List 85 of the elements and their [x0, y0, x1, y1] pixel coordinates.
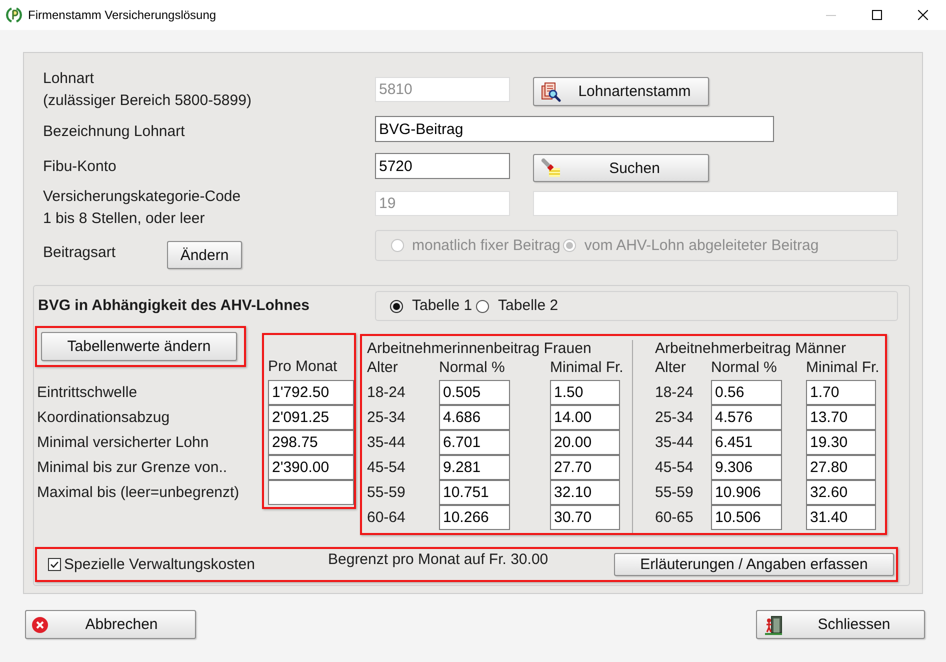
percent-field[interactable]: 10.751: [439, 480, 510, 505]
amount-field[interactable]: 2'390.00: [268, 455, 354, 480]
percent-field[interactable]: 9.281: [439, 455, 510, 480]
column-header: Normal %: [711, 358, 777, 378]
field-label: Beitragsart: [43, 243, 117, 263]
column-header: Alter: [655, 358, 686, 378]
row-label: Eintrittschwelle: [37, 384, 138, 401]
close-button[interactable]: Schliessen: [756, 610, 925, 639]
amount-field[interactable]: 14.00: [550, 405, 620, 430]
document-search-icon: [541, 82, 561, 102]
radio-button[interactable]: [390, 300, 403, 312]
age-range-label: 35-44: [367, 434, 406, 452]
field-label: Versicherungskategorie-Code: [43, 187, 242, 207]
section-title: BVG in Abhängigkeit des AHV-Lohnes: [38, 297, 310, 314]
window-title: Firmenstamm Versicherungslösung: [28, 8, 216, 22]
radio-button[interactable]: [476, 300, 490, 312]
cancel-icon: [32, 616, 48, 632]
amount-field[interactable]: 2'091.25: [268, 405, 354, 430]
amount-field[interactable]: 27.80: [806, 455, 876, 480]
close-icon[interactable]: [918, 10, 928, 20]
search-button[interactable]: Suchen: [533, 154, 709, 182]
note-text: Begrenzt pro Monat auf Fr. 30.00: [328, 550, 548, 570]
percent-field[interactable]: 10.266: [439, 505, 510, 530]
exit-door-icon: [764, 614, 784, 634]
age-range-label: 35-44: [655, 434, 694, 452]
age-range-label: 55-59: [367, 484, 406, 502]
maximize-icon[interactable]: [872, 10, 882, 20]
percent-field[interactable]: 6.701: [439, 430, 510, 455]
age-range-label: 60-65: [655, 508, 694, 526]
amount-field[interactable]: 32.60: [806, 480, 876, 505]
amount-field[interactable]: 1'792.50: [268, 380, 354, 405]
age-range-label: 25-34: [655, 408, 694, 426]
percent-field[interactable]: 0.56: [711, 380, 782, 405]
amount-field[interactable]: 20.00: [550, 430, 620, 455]
amount-field[interactable]: 31.40: [806, 505, 876, 530]
age-range-label: 55-59: [655, 484, 694, 502]
column-header: Pro Monat: [268, 358, 338, 375]
amount-field[interactable]: [268, 480, 354, 505]
percent-field[interactable]: 4.576: [711, 405, 782, 430]
group-title: Arbeitnehmerinnenbeitrag Frauen: [367, 340, 592, 358]
radio-label[interactable]: Tabelle 2: [498, 295, 558, 317]
field-label: Bezeichnung Lohnart: [43, 122, 185, 142]
flashlight-icon: [541, 158, 561, 178]
account-field[interactable]: 5720: [375, 153, 510, 179]
percent-field[interactable]: 10.506: [711, 505, 782, 530]
amount-field[interactable]: 13.70: [806, 405, 876, 430]
age-range-label: 60-64: [367, 508, 406, 526]
details-button[interactable]: Erläuterungen / Angaben erfassen: [614, 553, 894, 576]
age-range-label: 18-24: [655, 384, 694, 402]
field-hint: 1 bis 8 Stellen, oder leer: [43, 209, 206, 229]
amount-field[interactable]: 1.50: [550, 380, 620, 405]
app-logo-icon: [6, 7, 22, 23]
percent-field[interactable]: 10.906: [711, 480, 782, 505]
group-title: Arbeitnehmerbeitrag Männer: [655, 340, 847, 358]
edit-table-button[interactable]: Tabellenwerte ändern: [41, 332, 237, 361]
age-range-label: 45-54: [367, 458, 406, 476]
column-header: Minimal Fr.: [550, 358, 624, 378]
percent-field[interactable]: 6.451: [711, 430, 782, 455]
age-range-label: 45-54: [655, 458, 694, 476]
column-header: Alter: [367, 358, 398, 378]
column-header: Minimal Fr.: [806, 358, 880, 378]
cancel-button[interactable]: Abbrechen: [25, 610, 196, 639]
field-label: Fibu-Konto: [43, 157, 116, 177]
amount-field[interactable]: 30.70: [550, 505, 620, 530]
checkbox-label[interactable]: Spezielle Verwaltungskosten: [64, 556, 255, 574]
age-range-label: 18-24: [367, 384, 406, 402]
age-range-label: 25-34: [367, 408, 406, 426]
amount-field[interactable]: 32.10: [550, 480, 620, 505]
percent-field[interactable]: 4.686: [439, 405, 510, 430]
field-hint: (zulässiger Bereich 5800-5899): [43, 91, 252, 111]
row-label: Koordinationsabzug: [37, 409, 170, 426]
row-label: Maximal bis (leer=unbegrenzt): [37, 484, 240, 501]
designation-field[interactable]: BVG-Beitrag: [375, 116, 774, 142]
field-label: Lohnart: [43, 69, 95, 89]
amount-field[interactable]: 19.30: [806, 430, 876, 455]
percent-field[interactable]: 9.306: [711, 455, 782, 480]
row-label: Minimal bis zur Grenze von..: [37, 459, 228, 476]
column-header: Normal %: [439, 358, 505, 378]
checkbox[interactable]: [48, 558, 61, 571]
radio-label[interactable]: Tabelle 1: [412, 295, 472, 317]
row-label: Minimal versicherter Lohn: [37, 434, 209, 451]
amount-field[interactable]: 27.70: [550, 455, 620, 480]
percent-field[interactable]: 0.505: [439, 380, 510, 405]
amount-field[interactable]: 298.75: [268, 430, 354, 455]
amount-field[interactable]: 1.70: [806, 380, 876, 405]
